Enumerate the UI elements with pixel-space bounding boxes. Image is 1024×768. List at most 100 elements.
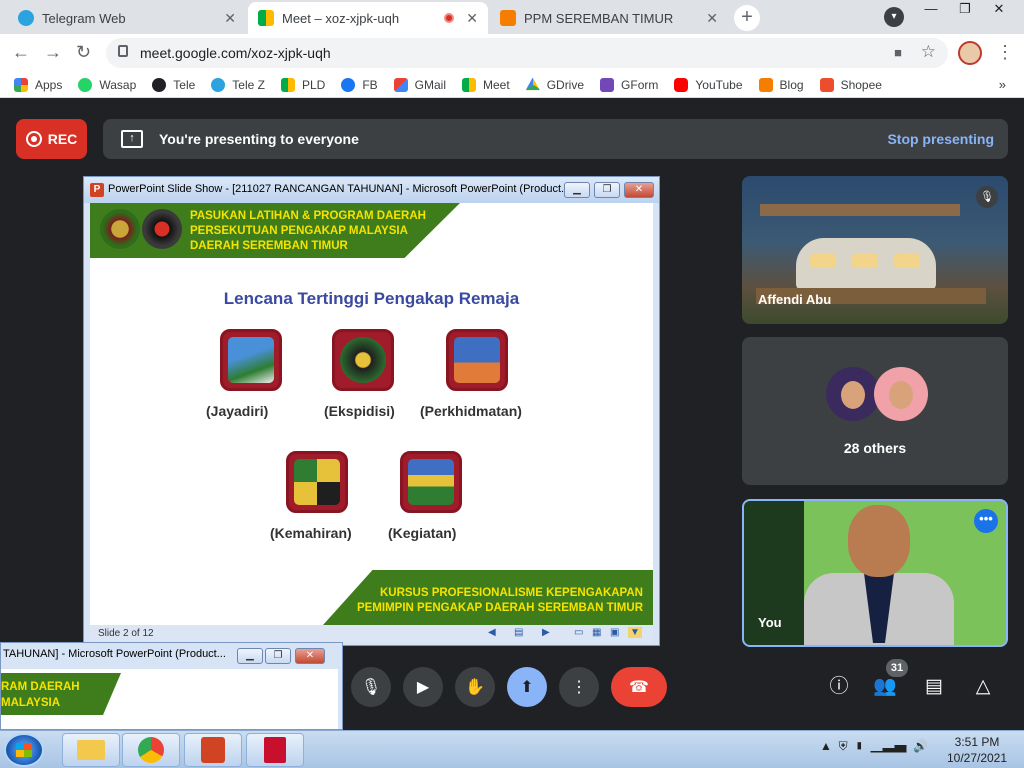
tab-ppm-seremban-timur[interactable]: PPM SEREMBAN TIMUR ✕ — [490, 2, 728, 34]
microphone-button[interactable]: 🎙 — [351, 667, 391, 707]
close-window-icon[interactable]: ✕ — [624, 182, 654, 198]
forward-icon[interactable]: → — [44, 42, 62, 63]
clock[interactable]: 3:51 PM 10/27/2021 — [944, 734, 1010, 766]
more-bookmarks-icon[interactable]: » — [999, 77, 1006, 92]
bookmark-blog[interactable]: Blog — [758, 77, 804, 92]
more-options-icon[interactable]: ••• — [974, 509, 998, 533]
bookmark-label: Shopee — [840, 77, 882, 92]
tab-label: PPM SEREMBAN TIMUR — [524, 10, 674, 26]
stop-presenting-button[interactable]: Stop presenting — [887, 131, 994, 147]
tab-search-icon[interactable]: ▾ — [884, 7, 904, 27]
security-icon[interactable]: ⛨ — [839, 739, 848, 753]
background-pergola — [760, 204, 960, 216]
back-icon[interactable]: ← — [12, 42, 30, 63]
window-light — [852, 254, 878, 268]
normal-view-icon[interactable]: ▭ — [574, 627, 583, 638]
profile-avatar[interactable] — [958, 41, 982, 65]
slide-footer-banner: KURSUS PROFESIONALISME KEPENGAKAPAN PEMI… — [323, 570, 653, 625]
system-tray: ▲ ⛨ ▮ ▁▃▅ 🔊 — [820, 739, 928, 754]
district-logo — [142, 209, 182, 249]
url-text: meet.google.com/xoz-xjpk-uqh — [140, 45, 331, 61]
kegiatan-badge — [400, 451, 462, 513]
next-slide-icon[interactable]: ▶ — [542, 627, 550, 638]
bookmark-star-icon[interactable]: ☆ — [921, 42, 936, 62]
close-tab-icon[interactable]: ✕ — [706, 10, 718, 27]
ekspidisi-badge — [332, 329, 394, 391]
start-button[interactable] — [4, 733, 44, 767]
close-window-icon[interactable]: ✕ — [982, 0, 1016, 20]
leave-call-button[interactable]: ☎ — [611, 667, 667, 707]
participant-tile-self[interactable]: ••• You — [742, 499, 1008, 647]
bookmark-label: PLD — [301, 77, 326, 92]
slide-preview: RAM DAERAH MALAYSIA — [1, 669, 338, 729]
restore-icon[interactable]: ❐ — [948, 0, 982, 20]
taskbar-file-explorer[interactable] — [62, 733, 120, 767]
recording-button[interactable]: REC — [16, 119, 87, 159]
powerpoint-window-secondary[interactable]: TAHUNAN] - Microsoft PowerPoint (Product… — [0, 642, 343, 730]
globe-icon — [152, 77, 167, 92]
bookmark-gform[interactable]: GForm — [600, 77, 658, 92]
bookmark-gmail[interactable]: GMail — [393, 77, 446, 92]
powerpoint-window: P PowerPoint Slide Show - [211027 RANCAN… — [83, 176, 660, 646]
participant-tile-others[interactable]: 28 others — [742, 337, 1008, 485]
others-count-label: 28 others — [843, 440, 907, 456]
lock-icon[interactable] — [118, 45, 128, 57]
activities-icon[interactable]: △ — [970, 674, 996, 700]
bookmark-tele-z[interactable]: Tele Z — [211, 77, 265, 92]
google-drive-icon — [525, 77, 540, 91]
close-tab-icon[interactable]: ✕ — [466, 10, 478, 27]
slide-menu-icon[interactable]: ▤ — [514, 627, 523, 638]
badge-label: (Perkhidmatan) — [420, 403, 522, 419]
restore-icon[interactable]: ❐ — [594, 182, 620, 198]
people-icon[interactable]: 👥 — [872, 674, 898, 700]
tab-meet[interactable]: Meet – xoz-xjpk-uqh ✕ — [248, 2, 488, 34]
address-bar[interactable]: meet.google.com/xoz-xjpk-uqh ■ ☆ — [106, 38, 948, 68]
bookmark-tele[interactable]: Tele — [152, 77, 195, 92]
taskbar-powerpoint[interactable] — [184, 733, 242, 767]
volume-icon[interactable]: 🔊 — [913, 739, 928, 753]
facebook-icon — [341, 77, 356, 92]
new-tab-button[interactable]: + — [734, 5, 760, 31]
participant-tile-affendi[interactable]: 🎙 Affendi Abu — [742, 176, 1008, 324]
meeting-details-icon[interactable]: ⓘ — [826, 674, 852, 700]
camera-button[interactable]: ▶ — [403, 667, 443, 707]
chrome-icon — [138, 737, 164, 763]
raise-hand-button[interactable]: ✋ — [455, 667, 495, 707]
more-options-button[interactable]: ⋮ — [559, 667, 599, 707]
bookmark-pld[interactable]: PLD — [280, 77, 326, 92]
youtube-icon — [674, 77, 689, 92]
previous-slide-icon[interactable]: ◀ — [488, 627, 496, 638]
bookmark-fb[interactable]: FB — [341, 77, 378, 92]
bookmark-gdrive[interactable]: GDrive — [525, 77, 584, 92]
taskbar-acrobat[interactable] — [246, 733, 304, 767]
bookmark-shopee[interactable]: Shopee — [819, 77, 882, 92]
minimize-icon[interactable]: ▁ — [237, 648, 263, 664]
bookmark-youtube[interactable]: YouTube — [674, 77, 743, 92]
pdf-icon — [264, 737, 286, 763]
bookmark-wasap[interactable]: Wasap — [78, 77, 136, 92]
taskbar-chrome[interactable] — [122, 733, 180, 767]
network-icon[interactable]: ▮ — [854, 739, 864, 753]
slide-sorter-icon[interactable]: ▦ — [592, 627, 601, 638]
tab-telegram-web[interactable]: Telegram Web ✕ — [8, 2, 246, 34]
shopee-icon — [819, 77, 834, 92]
reading-view-icon[interactable]: ▣ — [610, 627, 619, 638]
present-now-button[interactable]: ⬆ — [507, 667, 547, 707]
chat-icon[interactable]: ▤ — [921, 674, 947, 700]
show-hidden-icons[interactable]: ▲ — [820, 739, 832, 753]
minimize-icon[interactable]: — — [914, 0, 948, 20]
close-tab-icon[interactable]: ✕ — [224, 10, 236, 27]
slide-status-bar: Slide 2 of 12 ◀ ▤ ▶ ▭ ▦ ▣ ▼ — [90, 625, 653, 643]
reload-icon[interactable]: ↻ — [76, 42, 91, 63]
restore-icon[interactable]: ❐ — [265, 648, 291, 664]
bookmark-meet[interactable]: Meet — [462, 77, 510, 92]
bookmark-apps[interactable]: Apps — [14, 77, 62, 92]
camera-permission-icon[interactable]: ■ — [894, 45, 902, 60]
browser-menu-icon[interactable]: ⋮ — [996, 42, 1014, 63]
signal-icon[interactable]: ▁▃▅ — [871, 739, 907, 753]
participant-avatar — [826, 367, 880, 421]
slide-show-icon[interactable]: ▼ — [628, 627, 642, 638]
close-window-icon[interactable]: ✕ — [295, 648, 325, 664]
minimize-icon[interactable]: ▁ — [564, 182, 590, 198]
badge-art — [408, 459, 454, 505]
